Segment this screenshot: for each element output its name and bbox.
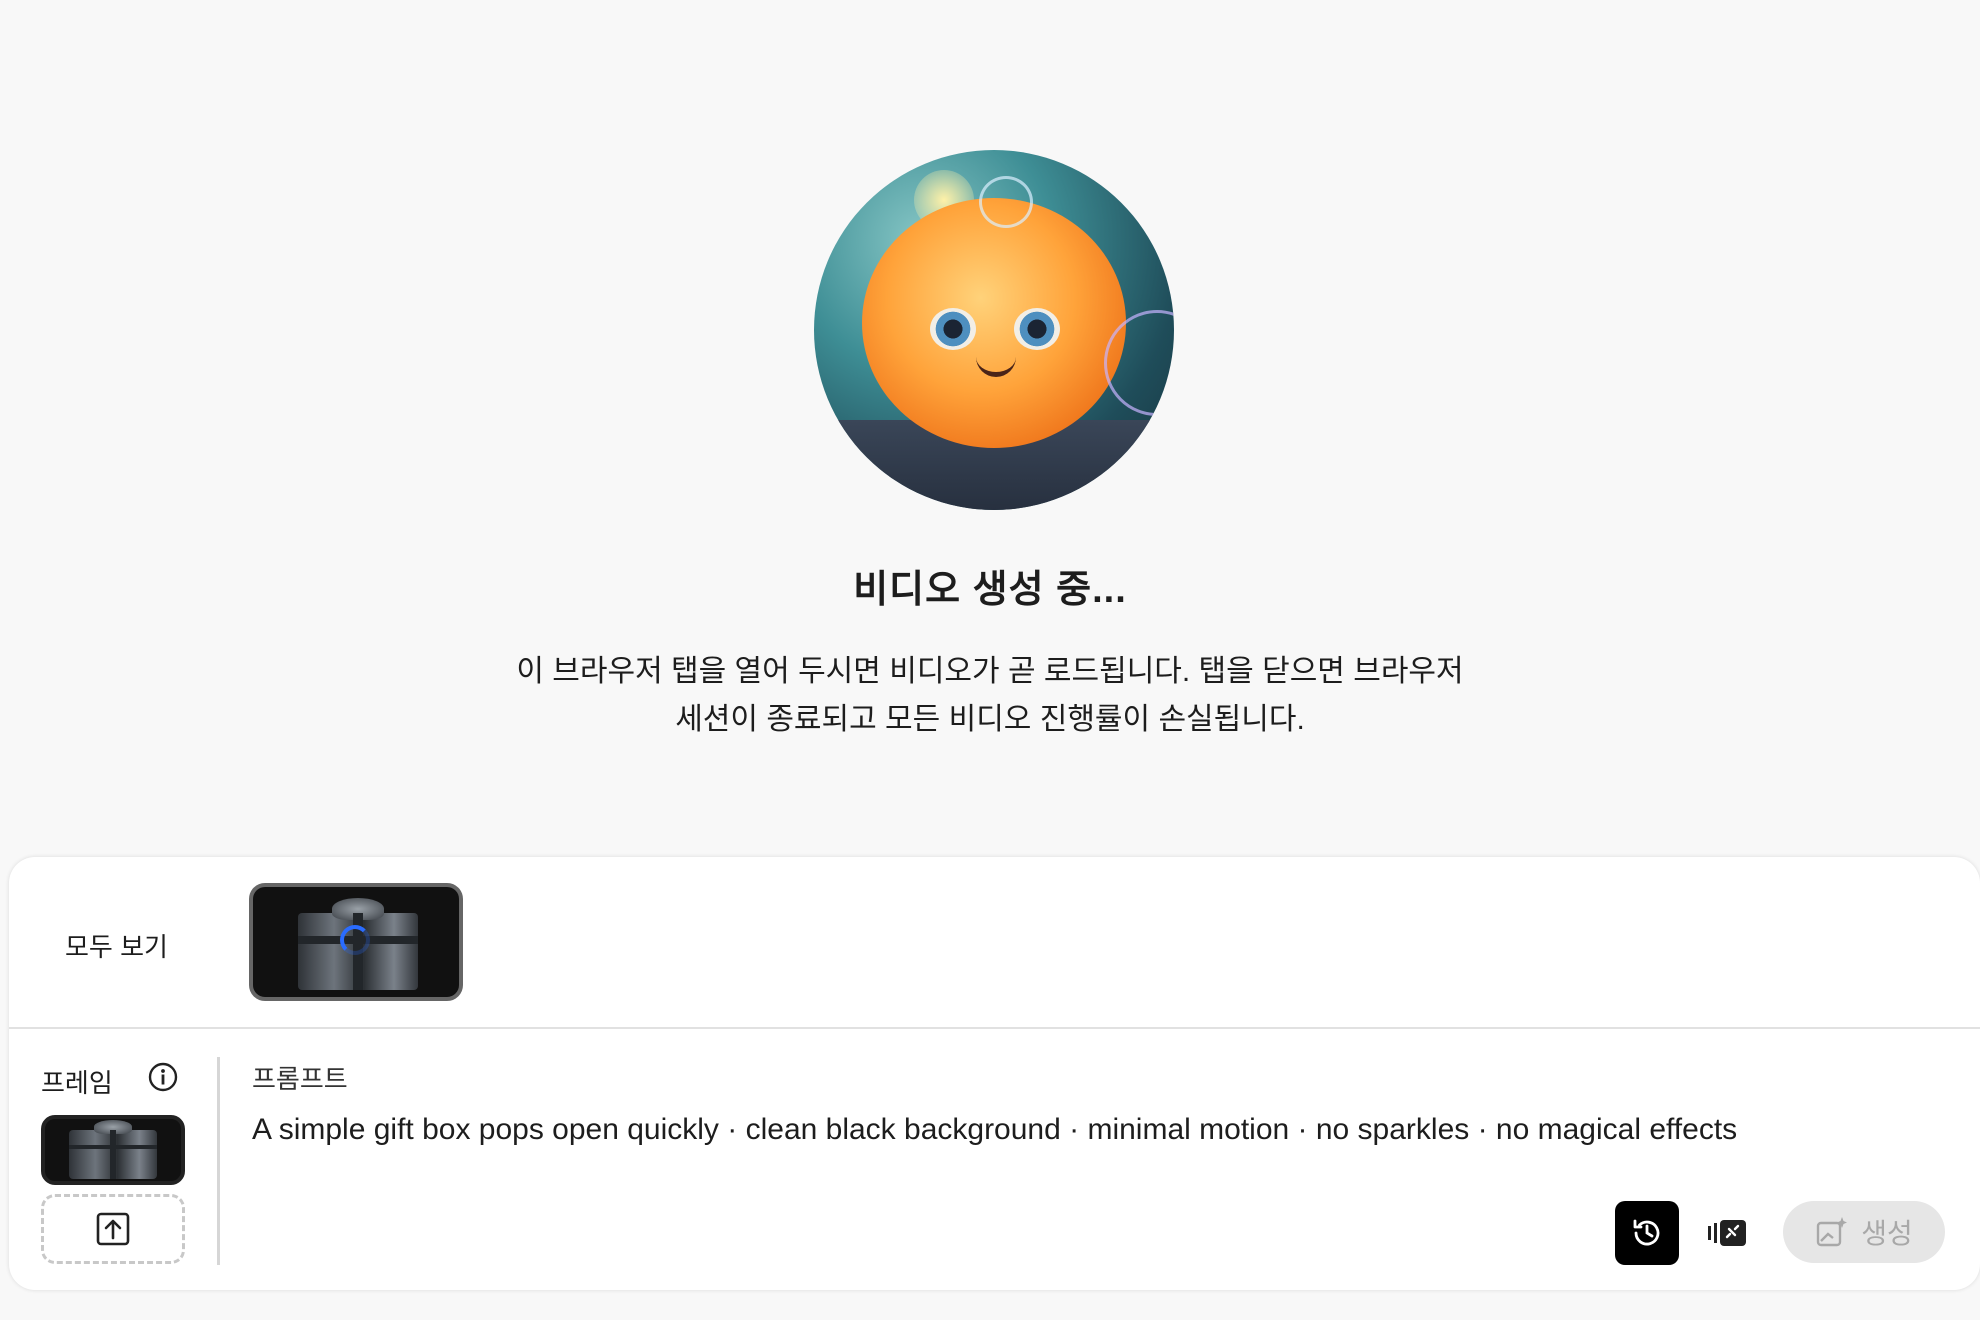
- info-icon[interactable]: [147, 1061, 179, 1093]
- status-description: 이 브라우저 탭을 열어 두시면 비디오가 곧 로드됩니다. 탭을 닫으면 브라…: [440, 648, 1540, 744]
- loading-character-image: [814, 150, 1174, 510]
- status-description-line-1: 이 브라우저 탭을 열어 두시면 비디오가 곧 로드됩니다. 탭을 닫으면 브라…: [516, 655, 1464, 688]
- generate-button-label: 생성: [1861, 1218, 1913, 1249]
- history-icon: [1633, 1219, 1660, 1246]
- upload-frame-button[interactable]: [41, 1194, 185, 1264]
- section-divider: [217, 1057, 220, 1265]
- status-title: 비디오 생성 중...: [853, 569, 1127, 611]
- prompt-label: 프롬프트: [252, 1064, 348, 1094]
- frame-thumbnail[interactable]: [41, 1115, 185, 1185]
- status-description-line-2: 세션이 종료되고 모든 비디오 진행률이 손실됩니다.: [675, 703, 1305, 736]
- generate-button[interactable]: 생성: [1783, 1201, 1945, 1263]
- sparkle-image-icon: [1817, 1217, 1848, 1247]
- generation-panel: 모두 보기 프레임 프롬프트 A simple gift box pops op…: [9, 857, 1980, 1290]
- view-all-link[interactable]: 모두 보기: [65, 927, 168, 964]
- frame-label: 프레임: [41, 1068, 113, 1098]
- loading-spinner-icon: [340, 925, 370, 955]
- style-icon: [1708, 1220, 1746, 1246]
- generation-thumbnail[interactable]: [249, 883, 463, 1001]
- history-button[interactable]: [1615, 1201, 1679, 1265]
- upload-icon: [96, 1212, 130, 1246]
- panel-divider: [9, 1027, 1980, 1029]
- prompt-input[interactable]: A simple gift box pops open quickly · cl…: [252, 1113, 1737, 1147]
- style-button[interactable]: [1703, 1209, 1751, 1257]
